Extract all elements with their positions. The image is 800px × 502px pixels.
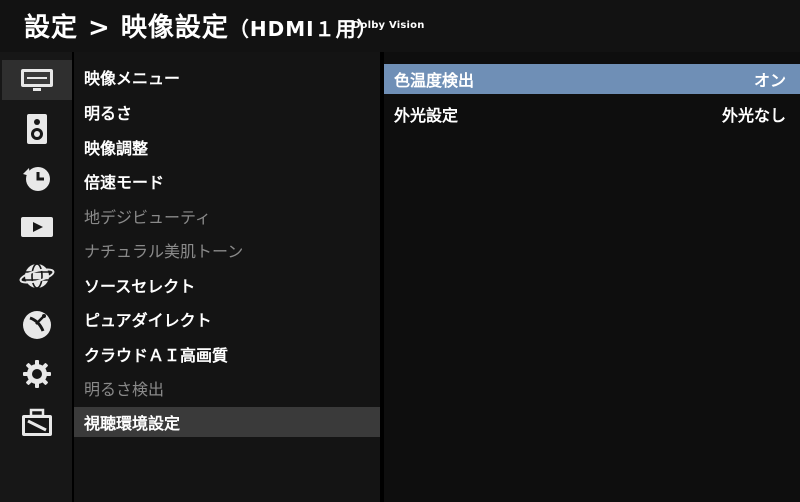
category-picture[interactable] — [2, 60, 72, 100]
setting-label: 色温度検出 — [394, 71, 475, 90]
menu-item-brightness[interactable]: 明るさ — [74, 97, 380, 127]
gear-icon — [23, 360, 51, 388]
speaker-icon — [27, 114, 47, 144]
setting-row-color-temp-detect[interactable]: 色温度検出 オン — [384, 64, 800, 94]
toolbox-icon — [22, 408, 52, 436]
settings-screen: 設定 > 映像設定（HDMI１用） Dolby Vision 映像メニュー 明る… — [0, 0, 800, 502]
viewing-environment-panel: 色温度検出 オン 外光設定 外光なし — [384, 52, 800, 502]
timer-icon — [23, 167, 50, 191]
setting-value: オン — [753, 71, 786, 90]
menu-item-cloud-ai[interactable]: クラウドＡＩ高画質 — [74, 339, 380, 369]
setting-row-ambient-light[interactable]: 外光設定 外光なし — [384, 99, 800, 129]
setting-value: 外光なし — [721, 106, 786, 125]
category-video[interactable] — [2, 207, 72, 247]
breadcrumb: 設定 > 映像設定 — [24, 13, 229, 43]
category-sidebar — [0, 52, 72, 502]
category-timer[interactable] — [2, 158, 72, 198]
category-network[interactable] — [2, 256, 72, 296]
video-play-icon — [21, 217, 53, 237]
picture-icon — [21, 69, 53, 91]
setting-label: 外光設定 — [394, 106, 459, 125]
menu-item-natural-skin-tone: ナチュラル美肌トーン — [84, 242, 244, 261]
menu-item-viewing-environment[interactable]: 視聴環境設定 — [74, 407, 380, 437]
category-support[interactable] — [2, 403, 72, 443]
menu-item-source-select[interactable]: ソースセレクト — [74, 270, 380, 300]
category-settings[interactable] — [2, 354, 72, 394]
dolby-vision-badge: Dolby Vision — [352, 20, 425, 31]
network-globe-icon — [19, 263, 55, 289]
menu-item-motion-mode[interactable]: 倍速モード — [74, 166, 380, 196]
category-broadcast[interactable] — [2, 305, 72, 345]
header-bar: 設定 > 映像設定（HDMI１用） Dolby Vision — [0, 0, 800, 52]
menu-item-brightness-detect: 明るさ検出 — [84, 380, 165, 399]
satellite-dish-icon — [23, 311, 51, 339]
page-title: 設定 > 映像設定（HDMI１用） — [24, 7, 378, 44]
menu-item-pure-direct[interactable]: ピュアダイレクト — [74, 304, 380, 334]
menu-item-digital-beauty: 地デジビューティ — [84, 208, 212, 227]
menu-item-picture-adjust[interactable]: 映像調整 — [74, 132, 380, 162]
menu-item-picture-menu[interactable]: 映像メニュー — [74, 62, 380, 92]
category-sound[interactable] — [2, 109, 72, 149]
picture-settings-menu: 映像メニュー 明るさ 映像調整 倍速モード 地デジビューティ ナチュラル美肌トー… — [74, 52, 380, 502]
